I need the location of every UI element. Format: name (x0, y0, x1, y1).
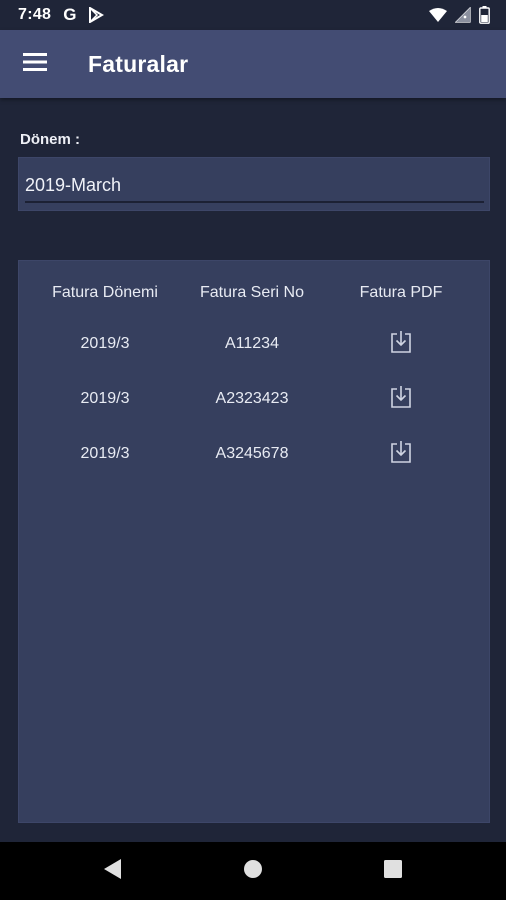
column-header-pdf: Fatura PDF (359, 284, 443, 301)
invoice-table: Fatura Dönemi Fatura Seri No Fatura PDF … (18, 260, 490, 823)
page-title: Faturalar (88, 50, 189, 77)
navigation-bar (0, 842, 506, 900)
column-header-serial: Fatura Seri No (199, 284, 305, 301)
period-underline (25, 201, 484, 203)
download-icon[interactable] (390, 385, 412, 409)
download-icon[interactable] (390, 440, 412, 464)
period-value: 2019-March (25, 175, 122, 195)
row-period: 2019/3 (80, 390, 130, 407)
row-period: 2019/3 (80, 335, 130, 352)
download-icon[interactable] (390, 330, 412, 354)
row-serial: A11234 (225, 335, 279, 352)
row-pdf-cell (313, 385, 489, 414)
row-pdf-cell (313, 440, 489, 469)
recents-icon (384, 859, 402, 883)
period-select[interactable]: 2019-March (18, 157, 490, 211)
row-period: 2019/3 (80, 445, 130, 462)
wifi-icon (429, 8, 447, 22)
menu-button[interactable] (0, 30, 70, 98)
status-bar-left: 7:48 G (18, 5, 105, 25)
column-header-period: Fatura Dönemi (52, 284, 158, 301)
home-button[interactable] (223, 842, 283, 900)
status-bar-right (429, 6, 490, 24)
status-time: 7:48 (18, 6, 52, 23)
back-icon (102, 858, 122, 885)
table-row: 2019/3 A3245678 (19, 439, 489, 469)
table-row: 2019/3 A2323423 (19, 384, 489, 414)
row-serial: A3245678 (215, 445, 289, 462)
app-bar: Faturalar (0, 30, 506, 98)
signal-icon (455, 7, 471, 23)
back-button[interactable] (82, 842, 142, 900)
row-pdf-cell (313, 330, 489, 359)
period-label: Dönem : (20, 131, 80, 148)
battery-icon (479, 6, 490, 24)
home-icon (243, 859, 263, 884)
recents-button[interactable] (363, 842, 423, 900)
table-row: 2019/3 A11234 (19, 329, 489, 359)
table-header: Fatura Dönemi Fatura Seri No Fatura PDF (19, 281, 489, 305)
status-bar: 7:48 G (0, 0, 506, 30)
hamburger-menu-icon (23, 52, 47, 77)
play-store-icon (88, 7, 105, 23)
google-icon: G (63, 5, 77, 24)
row-serial: A2323423 (215, 390, 289, 407)
